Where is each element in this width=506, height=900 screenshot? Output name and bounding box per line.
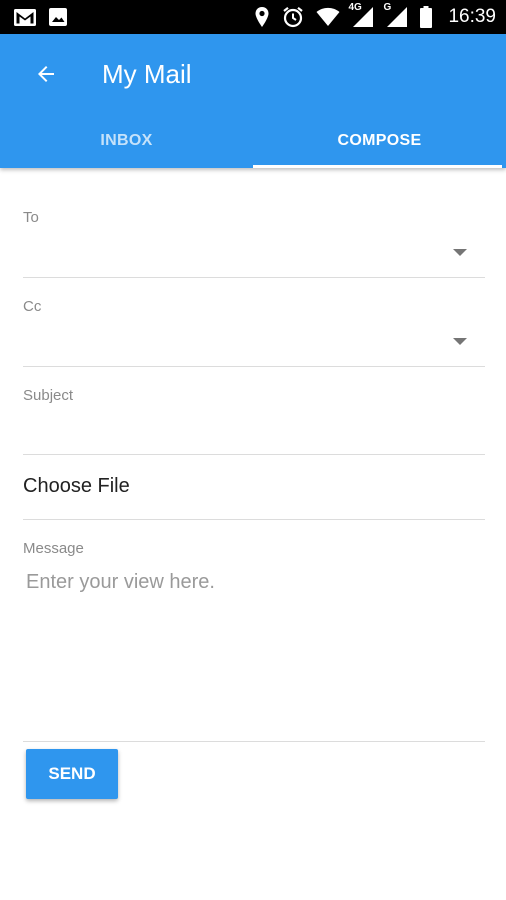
tab-inbox[interactable]: INBOX — [0, 114, 253, 168]
to-label: To — [23, 209, 39, 226]
app-bar: My Mail INBOX COMPOSE — [0, 34, 506, 168]
gmail-icon — [14, 8, 36, 26]
message-input[interactable]: Enter your view here. — [26, 571, 215, 594]
to-dropdown-icon[interactable] — [453, 249, 467, 256]
cc-label: Cc — [23, 298, 42, 315]
tab-label: COMPOSE — [337, 132, 422, 149]
choose-file-button[interactable]: Choose File — [23, 475, 130, 498]
message-field[interactable]: Message Enter your view here. — [23, 520, 485, 742]
cc-input[interactable] — [23, 330, 445, 360]
subject-input[interactable] — [23, 418, 485, 448]
app-title: My Mail — [102, 59, 192, 89]
subject-field[interactable]: Subject — [23, 367, 485, 455]
network-type-label: G — [383, 2, 392, 13]
subject-label: Subject — [23, 387, 74, 404]
signal-icon: 4G — [348, 2, 374, 28]
battery-icon — [420, 6, 433, 28]
arrow-left-icon — [34, 62, 58, 86]
send-button[interactable]: SEND — [26, 749, 118, 799]
image-icon — [48, 7, 68, 27]
alarm-icon — [282, 6, 304, 28]
message-label: Message — [23, 540, 84, 557]
file-field[interactable]: Choose File — [23, 455, 485, 520]
location-icon — [254, 6, 270, 28]
signal-icon: G — [383, 2, 408, 28]
back-button[interactable] — [26, 54, 66, 94]
tab-compose[interactable]: COMPOSE — [253, 114, 506, 168]
tab-bar: INBOX COMPOSE — [0, 114, 506, 168]
cc-field[interactable]: Cc — [23, 278, 485, 367]
status-time: 16:39 — [448, 6, 496, 27]
compose-form: To Cc Subject Choose File Message Enter … — [23, 168, 485, 742]
status-bar: 4G G 16:39 — [0, 0, 506, 34]
to-input[interactable] — [23, 241, 445, 271]
network-type-label: 4G — [348, 2, 362, 13]
status-right-icons: 4G G 16:39 — [254, 2, 496, 28]
cc-dropdown-icon[interactable] — [453, 338, 467, 345]
status-left-icons — [14, 7, 68, 27]
wifi-icon — [316, 7, 340, 27]
tab-label: INBOX — [100, 132, 153, 149]
to-field[interactable]: To — [23, 168, 485, 278]
